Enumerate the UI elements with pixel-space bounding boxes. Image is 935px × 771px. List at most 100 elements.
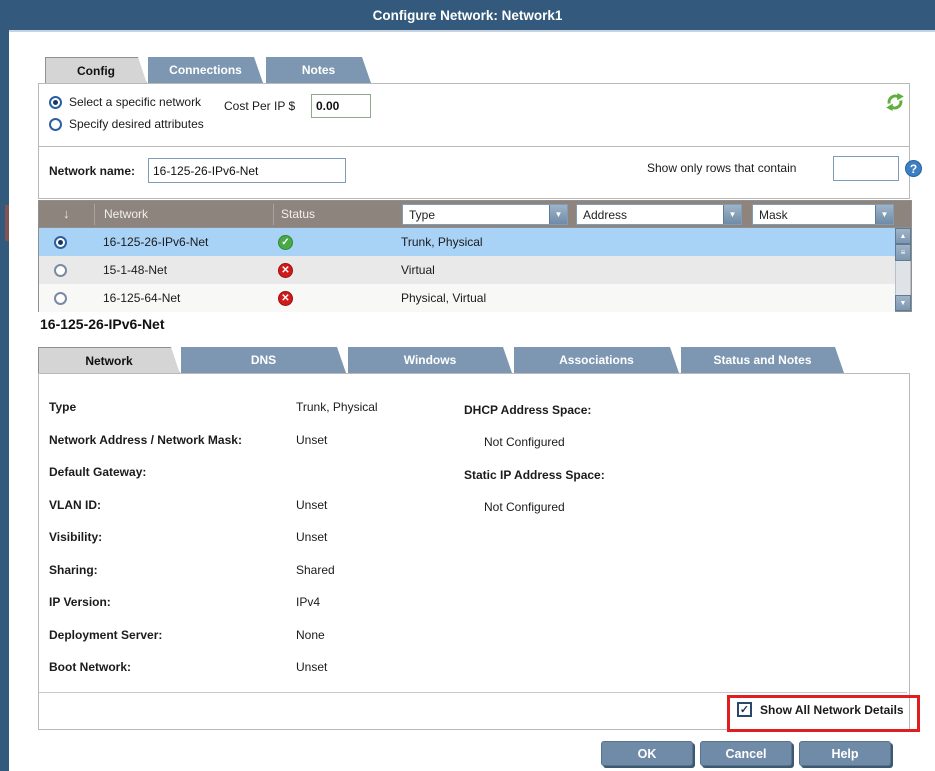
sort-desc-icon[interactable]: ↓ bbox=[63, 206, 70, 221]
column-separator bbox=[273, 204, 274, 225]
cross-glyph: ✕ bbox=[281, 265, 289, 276]
tab-network[interactable]: Network bbox=[38, 347, 180, 374]
row-network-type: Virtual bbox=[401, 263, 435, 277]
radio-specify-attributes[interactable]: Specify desired attributes bbox=[49, 117, 204, 131]
network-detail-panel: Type Trunk, Physical Network Address / N… bbox=[38, 373, 910, 730]
column-header-status[interactable]: Status bbox=[281, 207, 315, 221]
row-radio[interactable] bbox=[54, 264, 67, 277]
row-radio-selected[interactable] bbox=[54, 236, 67, 249]
column-separator bbox=[94, 204, 95, 225]
detail-field: Network Address / Network Mask: Unset bbox=[49, 433, 378, 466]
field-label: Visibility: bbox=[49, 530, 296, 544]
tab-connections-label: Connections bbox=[169, 63, 242, 77]
field-label: VLAN ID: bbox=[49, 498, 296, 512]
filter-rows-label: Show only rows that contain bbox=[647, 161, 796, 175]
dhcp-address-space-label: DHCP Address Space: bbox=[464, 403, 591, 417]
radio-icon-unselected[interactable] bbox=[49, 118, 62, 131]
row-network-name: 15-1-48-Net bbox=[103, 263, 167, 277]
detail-field: Type Trunk, Physical bbox=[49, 400, 378, 433]
field-label: Default Gateway: bbox=[49, 465, 296, 479]
refresh-icon[interactable] bbox=[885, 92, 905, 112]
configure-network-dialog: Configure Network: Network1 Config Conne… bbox=[0, 0, 935, 771]
column-header-network[interactable]: Network bbox=[104, 207, 148, 221]
check-glyph: ✓ bbox=[281, 237, 289, 248]
cancel-button-label: Cancel bbox=[726, 747, 767, 761]
splitter-handle[interactable] bbox=[5, 205, 9, 241]
field-value: IPv4 bbox=[296, 595, 320, 609]
type-filter-dropdown[interactable]: Type ▼ bbox=[402, 204, 568, 225]
help-button[interactable]: Help bbox=[799, 741, 891, 766]
help-icon[interactable]: ? bbox=[905, 160, 922, 177]
mask-filter-dropdown[interactable]: Mask ▼ bbox=[752, 204, 894, 225]
dialog-titlebar[interactable]: Configure Network: Network1 bbox=[0, 0, 935, 32]
static-ip-address-space-value: Not Configured bbox=[484, 500, 565, 514]
cost-per-ip-input[interactable] bbox=[311, 94, 371, 118]
detail-field: Boot Network: Unset bbox=[49, 660, 378, 693]
row-radio[interactable] bbox=[54, 292, 67, 305]
field-value: Trunk, Physical bbox=[296, 400, 378, 414]
thumb-glyph: ≡ bbox=[901, 248, 906, 257]
cross-glyph: ✕ bbox=[281, 293, 289, 304]
row-network-name: 16-125-26-IPv6-Net bbox=[103, 235, 208, 249]
chevron-down-icon[interactable]: ▼ bbox=[549, 205, 567, 224]
status-error-icon: ✕ bbox=[278, 291, 293, 306]
show-all-details-label[interactable]: Show All Network Details bbox=[760, 703, 904, 717]
tab-dns[interactable]: DNS bbox=[181, 347, 346, 373]
ok-button-label: OK bbox=[638, 747, 657, 761]
chevron-down-icon[interactable]: ▼ bbox=[723, 205, 741, 224]
tab-status-and-notes[interactable]: Status and Notes bbox=[681, 347, 844, 373]
table-row[interactable]: 16-125-26-IPv6-Net ✓ Trunk, Physical bbox=[39, 228, 895, 256]
row-network-type: Physical, Virtual bbox=[401, 291, 486, 305]
tab-associations-label: Associations bbox=[559, 353, 634, 367]
tab-config[interactable]: Config bbox=[45, 57, 147, 84]
chevron-down-icon[interactable]: ▼ bbox=[875, 205, 893, 224]
show-all-details-checkbox[interactable]: ✓ bbox=[737, 702, 752, 717]
detail-field: Sharing: Shared bbox=[49, 563, 378, 596]
show-all-network-details-control[interactable]: ✓ Show All Network Details bbox=[737, 702, 904, 717]
checkbox-check-glyph: ✓ bbox=[740, 703, 749, 716]
radio-icon-selected[interactable] bbox=[49, 96, 62, 109]
radio-specify-attributes-label[interactable]: Specify desired attributes bbox=[69, 117, 204, 131]
dhcp-address-space-value: Not Configured bbox=[484, 435, 565, 449]
detail-field: VLAN ID: Unset bbox=[49, 498, 378, 531]
radio-select-specific-label[interactable]: Select a specific network bbox=[69, 95, 201, 109]
tab-notes[interactable]: Notes bbox=[266, 57, 371, 83]
ok-button[interactable]: OK bbox=[601, 741, 693, 766]
down-glyph: ▼ bbox=[900, 300, 907, 307]
scroll-down-icon[interactable]: ▼ bbox=[895, 295, 911, 311]
detail-field: Visibility: Unset bbox=[49, 530, 378, 563]
selected-network-heading: 16-125-26-IPv6-Net bbox=[40, 316, 165, 332]
detail-fields-left: Type Trunk, Physical Network Address / N… bbox=[49, 400, 378, 693]
panel-divider bbox=[39, 692, 907, 693]
filter-rows-input[interactable] bbox=[833, 156, 899, 181]
field-label: Network Address / Network Mask: bbox=[49, 433, 296, 447]
status-ok-icon: ✓ bbox=[278, 235, 293, 250]
tab-connections[interactable]: Connections bbox=[148, 57, 263, 83]
address-filter-dropdown[interactable]: Address ▼ bbox=[576, 204, 742, 225]
cancel-button[interactable]: Cancel bbox=[700, 741, 792, 766]
row-network-type: Trunk, Physical bbox=[401, 235, 483, 249]
detail-field: IP Version: IPv4 bbox=[49, 595, 378, 628]
field-value: Unset bbox=[296, 530, 327, 544]
cost-per-ip-label: Cost Per IP $ bbox=[224, 99, 295, 113]
tab-network-label: Network bbox=[85, 354, 132, 368]
table-row[interactable]: 16-125-64-Net ✕ Physical, Virtual bbox=[39, 284, 895, 312]
status-error-icon: ✕ bbox=[278, 263, 293, 278]
tab-notes-label: Notes bbox=[302, 63, 335, 77]
type-filter-value: Type bbox=[403, 208, 549, 222]
scroll-up-icon[interactable]: ▲ bbox=[895, 228, 911, 244]
field-label: Type bbox=[49, 400, 296, 414]
scrollbar-thumb[interactable]: ≡ bbox=[895, 244, 911, 261]
up-glyph: ▲ bbox=[900, 233, 907, 240]
tab-status-and-notes-label: Status and Notes bbox=[713, 353, 811, 367]
help-glyph: ? bbox=[910, 162, 917, 176]
table-row[interactable]: 15-1-48-Net ✕ Virtual bbox=[39, 256, 895, 285]
field-value: Unset bbox=[296, 660, 327, 674]
network-table-header: ↓ Network Status Type ▼ Address ▼ Mask ▼ bbox=[38, 200, 912, 227]
detail-field: Deployment Server: None bbox=[49, 628, 378, 661]
tab-windows-label: Windows bbox=[404, 353, 457, 367]
network-name-input[interactable] bbox=[148, 158, 346, 183]
radio-select-specific-network[interactable]: Select a specific network bbox=[49, 95, 201, 109]
tab-windows[interactable]: Windows bbox=[348, 347, 512, 373]
tab-associations[interactable]: Associations bbox=[514, 347, 679, 373]
